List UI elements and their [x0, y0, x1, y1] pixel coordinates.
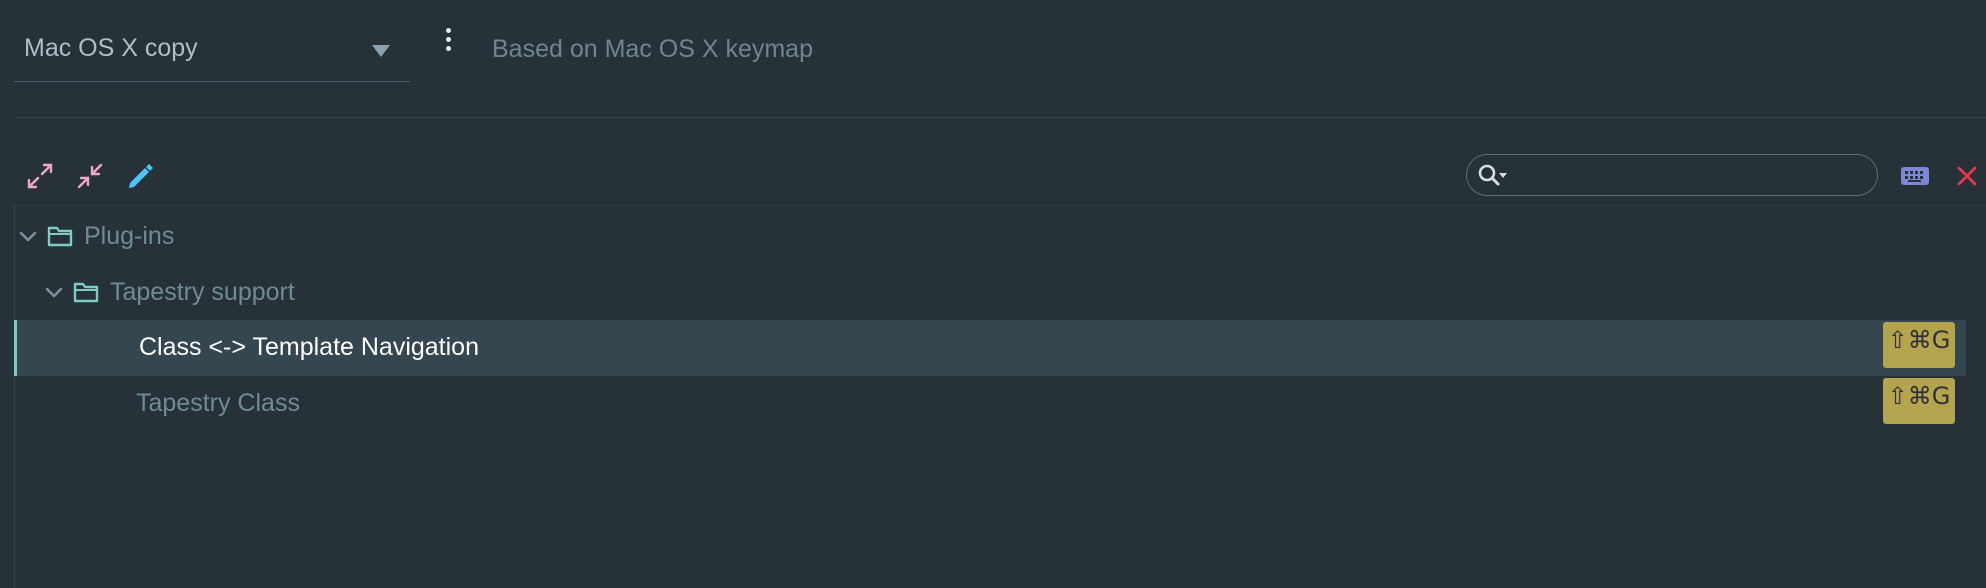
action-label: Tapestry Class [136, 389, 300, 417]
chevron-down-icon[interactable] [44, 283, 64, 303]
action-label: Class <-> Template Navigation [139, 333, 479, 361]
tree-node-label: Plug-ins [84, 222, 175, 250]
tree-node-tapestry-support[interactable]: Tapestry support [14, 265, 1966, 321]
search-icon[interactable] [1477, 163, 1511, 189]
keymap-dropdown-value: Mac OS X copy [24, 34, 198, 62]
keyboard-icon[interactable] [1900, 164, 1930, 188]
pencil-icon[interactable] [124, 160, 156, 192]
keymap-dropdown[interactable]: Mac OS X copy [14, 22, 410, 82]
keymap-settings-panel: Mac OS X copy Based on Mac OS X keymap P… [0, 0, 1986, 588]
chevron-down-icon[interactable] [18, 227, 38, 247]
folder-icon [72, 279, 100, 305]
close-icon[interactable] [1954, 163, 1980, 189]
folder-icon [46, 223, 74, 249]
collapse-all-icon[interactable] [74, 160, 106, 192]
toolbar-divider [14, 205, 1986, 206]
tree-node-label: Tapestry support [110, 278, 295, 306]
search-field[interactable] [1466, 154, 1878, 196]
expand-all-icon[interactable] [24, 160, 56, 192]
search-input[interactable] [1515, 161, 1869, 191]
tree-node-plugins[interactable]: Plug-ins [14, 209, 1966, 265]
header-divider [14, 117, 1986, 118]
based-on-label: Based on Mac OS X keymap [492, 35, 813, 63]
shortcut-badge: ⇧⌘G [1883, 322, 1955, 368]
shortcut-badge: ⇧⌘G [1883, 378, 1955, 424]
chevron-down-icon [372, 45, 390, 57]
action-row-class-template-navigation[interactable]: Class <-> Template Navigation [14, 320, 1966, 376]
action-row-tapestry-class[interactable]: Tapestry Class [14, 376, 1966, 432]
more-options-icon[interactable] [438, 26, 458, 58]
